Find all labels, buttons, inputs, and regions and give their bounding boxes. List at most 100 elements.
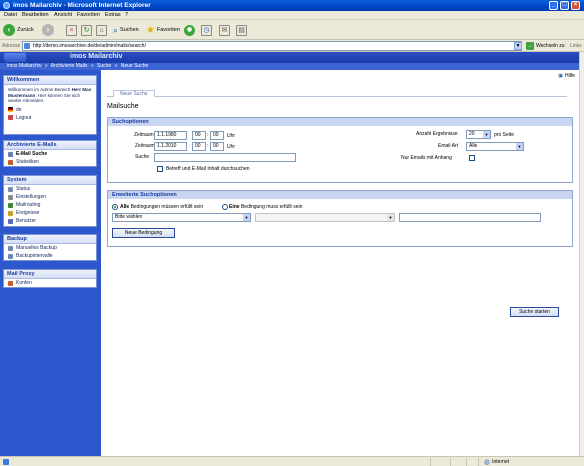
sidebar-item-events[interactable]: Ereignisse <box>4 209 96 217</box>
welcome-text: Willkommen im Admin-Bereich Herr Max Mus… <box>8 87 92 103</box>
status-divider <box>478 458 479 466</box>
all-conditions-label: Alle Bedingungen müssen erfüllt sein <box>120 204 204 210</box>
one-condition-radio[interactable] <box>222 204 228 210</box>
subject-content-checkbox[interactable] <box>157 166 163 172</box>
system-title: System <box>4 176 96 185</box>
search-label: Suche <box>135 154 150 160</box>
back-button[interactable]: ‹ Zurück <box>3 23 34 37</box>
search-icon <box>8 151 13 157</box>
sidebar-item-status[interactable]: Status <box>4 185 96 193</box>
sidebar-item-backup-intervals[interactable]: Backupintervalle <box>4 252 96 260</box>
refresh-button[interactable]: ↻ <box>81 23 92 37</box>
go-button[interactable]: → Wechseln zu <box>526 42 565 50</box>
menu-ansicht[interactable]: Ansicht <box>54 12 72 18</box>
address-label: Adresse <box>2 43 21 49</box>
breadcrumb-home[interactable]: imos Mailarchiv <box>7 63 41 69</box>
menu-bearbeiten[interactable]: Bearbeiten <box>22 12 49 18</box>
from-minute-input[interactable]: 00 <box>210 131 224 140</box>
tab-new-search[interactable]: Neue Suche <box>113 90 155 97</box>
print-icon: ▤ <box>236 24 247 36</box>
events-icon <box>8 210 13 216</box>
language-item[interactable]: de <box>4 106 96 114</box>
welcome-panel: Willkommen Willkommen im Admin-Bereich H… <box>3 75 97 135</box>
advanced-options-box: Erweiterte Suchoptionen Alle Bedingungen… <box>107 190 573 247</box>
accounts-icon <box>8 280 13 286</box>
users-icon <box>8 218 13 224</box>
sidebar-item-mailrouting[interactable]: Mailrouting <box>4 201 96 209</box>
stop-button[interactable]: × <box>66 23 77 37</box>
back-arrow-icon: ‹ <box>3 24 15 36</box>
home-button[interactable]: ⌂ <box>96 23 107 37</box>
from-uhr-label: Uhr <box>227 133 236 139</box>
sidebar-item-statistics[interactable]: Statistiken <box>4 158 96 166</box>
media-button[interactable]: ◉ <box>184 23 195 37</box>
minimize-button[interactable]: _ <box>549 1 558 10</box>
refresh-icon: ↻ <box>81 24 92 36</box>
from-hour-input[interactable]: 00 <box>192 131 206 140</box>
menu-extras[interactable]: Extras <box>105 12 121 18</box>
breadcrumb-search[interactable]: Suche <box>97 63 111 69</box>
condition-operator-select[interactable]: ▼ <box>255 213 395 222</box>
mail-icon: ✉ <box>219 24 230 36</box>
sidebar-item-manual-backup[interactable]: Manuelles Backup <box>4 244 96 252</box>
mail-button[interactable]: ✉ <box>219 23 230 37</box>
close-button[interactable]: × <box>571 1 580 10</box>
results-select[interactable]: 20 ▼ <box>466 130 491 139</box>
breadcrumb-archived[interactable]: Archivierte Mails <box>51 63 88 69</box>
url-input[interactable]: http://demo.imosarchive.de/de/admin/mail… <box>22 41 522 51</box>
condition-value-input[interactable] <box>399 213 541 222</box>
to-hour-input[interactable]: 00 <box>192 142 206 151</box>
status-divider <box>430 458 431 466</box>
start-search-button[interactable]: Suche starten <box>510 307 559 317</box>
attachment-label: Nur Emails mit Anhang <box>401 155 452 161</box>
imos-logo <box>4 53 26 62</box>
sidebar-item-users[interactable]: Benutzer <box>4 217 96 225</box>
stop-icon: × <box>66 24 77 36</box>
security-zone: ◍ Internet <box>484 459 510 466</box>
sidebar-item-settings[interactable]: Einstellungen <box>4 193 96 201</box>
search-button[interactable]: ⌕ Suchen <box>113 23 139 37</box>
logout-link[interactable]: Logout <box>4 114 96 122</box>
sidebar-item-email-search[interactable]: E-Mail Suche <box>4 150 96 158</box>
chevron-down-icon: ▼ <box>387 214 394 221</box>
window-titlebar: imos Mailarchiv - Microsoft Internet Exp… <box>0 0 584 11</box>
page-icon <box>24 43 30 49</box>
help-button[interactable]: ▣ Hilfe <box>558 73 575 79</box>
add-condition-button[interactable]: Neue Bedingung <box>112 228 175 238</box>
mailtype-label: Email Art <box>438 143 459 149</box>
results-label: Anzahl Ergebnisse <box>416 131 458 137</box>
status-icon <box>8 186 13 192</box>
routing-icon <box>8 202 13 208</box>
history-icon: ◷ <box>201 24 212 36</box>
menu-favoriten[interactable]: Favoriten <box>77 12 100 18</box>
maximize-button[interactable]: □ <box>560 1 569 10</box>
history-button[interactable]: ◷ <box>201 23 212 37</box>
from-date-input[interactable]: 1.1.1980 <box>154 131 187 140</box>
links-label[interactable]: Links <box>570 43 582 49</box>
address-bar: Adresse http://demo.imosarchive.de/de/ad… <box>0 40 584 52</box>
breadcrumb-new-search[interactable]: Neue Suche <box>121 63 149 69</box>
mailtype-select[interactable]: Alle ▼ <box>466 142 524 151</box>
forward-button[interactable]: › <box>42 23 54 37</box>
page-title: Mailsuche <box>107 103 139 110</box>
status-divider <box>466 458 467 466</box>
main-content: ▣ Hilfe Neue Suche Mailsuche Suchoptione… <box>101 70 579 456</box>
condition-field-select[interactable]: Bitte wählen ▼ <box>112 213 251 222</box>
sidebar-item-accounts[interactable]: Konten <box>4 279 96 287</box>
attachment-checkbox[interactable] <box>469 155 475 161</box>
menu-help[interactable]: ? <box>125 12 128 18</box>
ie-icon <box>3 2 10 9</box>
menu-datei[interactable]: Datei <box>4 12 17 18</box>
proxy-title: Mail Proxy <box>4 270 96 279</box>
print-button[interactable]: ▤ <box>236 23 247 37</box>
url-dropdown-icon[interactable]: ▼ <box>514 42 522 50</box>
vertical-scrollbar[interactable] <box>579 52 584 456</box>
globe-icon: ◍ <box>484 459 491 466</box>
to-minute-input[interactable]: 00 <box>210 142 224 151</box>
clock-icon <box>8 253 13 259</box>
to-date-input[interactable]: 1.1.2010 <box>154 142 187 151</box>
all-conditions-radio[interactable] <box>112 204 118 210</box>
favorites-button[interactable]: ★ Favoriten <box>146 23 180 37</box>
browser-toolbar: ‹ Zurück › × ↻ ⌂ ⌕ Suchen ★ Favoriten ◉ … <box>0 20 584 40</box>
search-input[interactable] <box>154 153 296 162</box>
